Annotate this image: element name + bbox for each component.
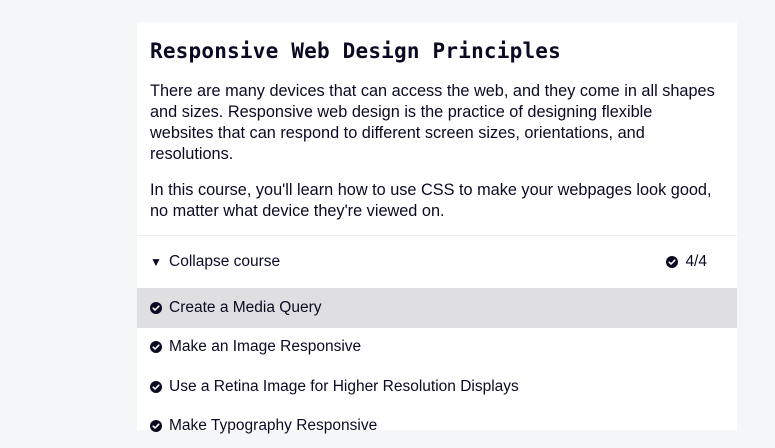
course-title: Responsive Web Design Principles	[150, 39, 561, 63]
progress-count: 4/4	[685, 253, 707, 270]
collapse-course-toggle[interactable]: ▼ Collapse course	[150, 253, 280, 271]
course-intro-paragraph: In this course, you'll learn how to use …	[150, 181, 712, 220]
triangle-down-icon: ▼	[150, 255, 162, 269]
lesson-label: Make an Image Responsive	[169, 338, 362, 356]
lesson-item[interactable]: Make an Image Responsive	[137, 328, 737, 368]
course-header: Responsive Web Design Principles There a…	[137, 22, 737, 222]
check-circle-icon	[150, 380, 162, 393]
course-intro-paragraph: There are many devices that can access t…	[150, 82, 715, 163]
collapse-course-label: Collapse course	[169, 253, 281, 270]
collapse-course-button[interactable]: ▼ Collapse course 4/4	[137, 236, 737, 288]
lesson-label: Use a Retina Image for Higher Resolution…	[169, 377, 519, 395]
course-progress: 4/4	[666, 253, 707, 271]
course-card: Responsive Web Design Principles There a…	[137, 22, 737, 434]
lesson-item[interactable]: Make Typography Responsive	[137, 407, 737, 447]
lesson-list: Create a Media Query Make an Image Respo…	[137, 288, 737, 446]
check-circle-icon	[150, 341, 162, 354]
check-circle-icon	[666, 256, 679, 268]
lesson-item[interactable]: Create a Media Query	[137, 288, 737, 328]
lesson-label: Create a Media Query	[169, 298, 322, 316]
check-circle-icon	[150, 301, 162, 314]
lesson-item[interactable]: Use a Retina Image for Higher Resolution…	[137, 367, 737, 407]
lesson-label: Make Typography Responsive	[169, 417, 378, 435]
check-circle-icon	[150, 420, 162, 433]
